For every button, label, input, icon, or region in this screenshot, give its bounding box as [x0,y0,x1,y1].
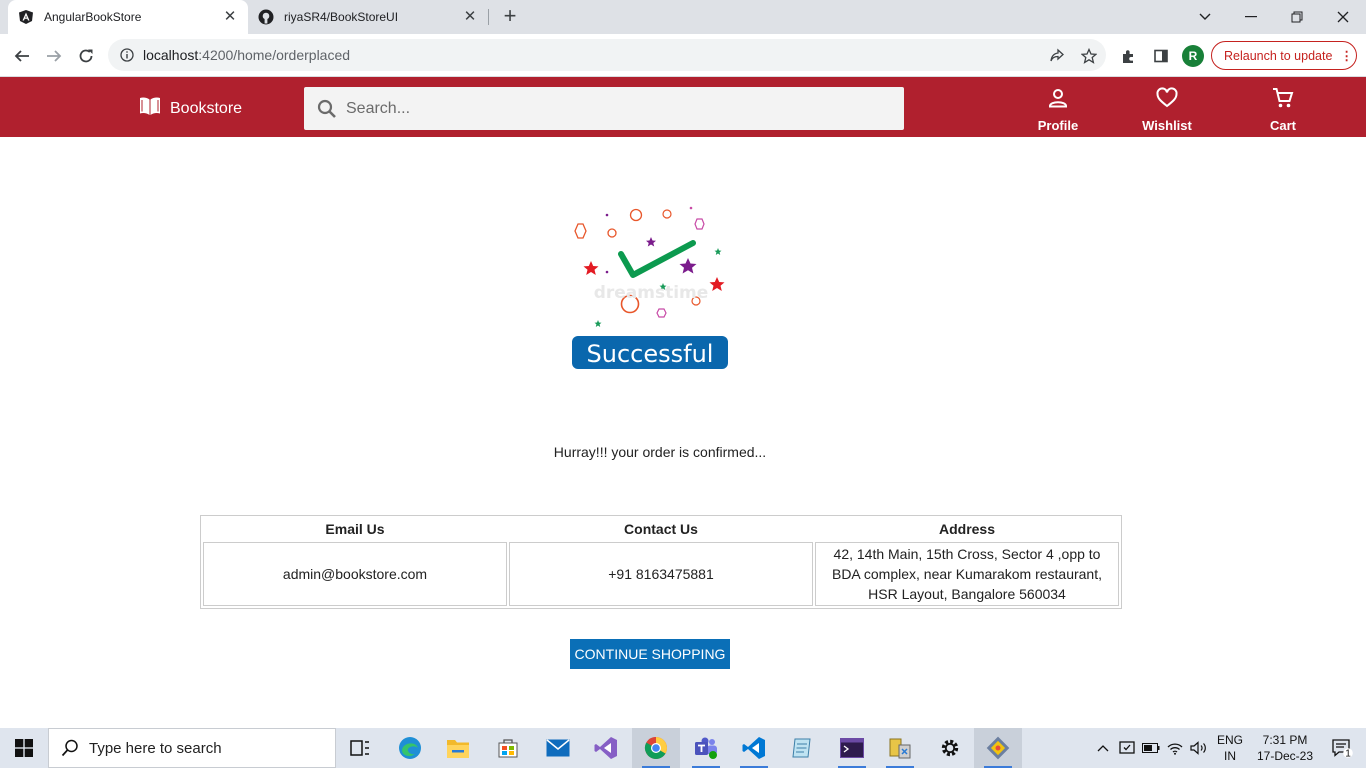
search-icon [317,99,337,119]
search-input[interactable] [346,99,886,118]
wishlist-label: Wishlist [1142,118,1192,133]
input-language-indicator[interactable]: ENG IN [1214,732,1246,764]
clock-time: 7:31 PM [1262,733,1308,747]
taskbar-search-box[interactable]: Type here to search [48,728,336,768]
more-menu-icon: ⋮ [1340,49,1353,63]
side-panel-icon[interactable] [1147,42,1175,70]
terminal-icon[interactable] [828,728,876,768]
taskbar-search-placeholder: Type here to search [89,739,222,757]
wifi-icon[interactable] [1164,728,1186,768]
contact-info-table: Email Us Contact Us Address admin@bookst… [200,515,1122,609]
address-cell: 42, 14th Main, 15th Cross, Sector 4 ,opp… [815,542,1119,606]
contact-header: Contact Us [624,521,698,537]
tab-github-bookstoreui[interactable]: riyaSR4/BookStoreUI ✕ [248,0,488,34]
tab-search-chevron-icon[interactable] [1182,0,1228,34]
wishlist-button[interactable]: Wishlist [1127,87,1207,133]
system-clock[interactable]: 7:31 PM 17-Dec-23 [1250,732,1320,764]
clock-date: 17-Dec-23 [1256,749,1314,763]
book-icon [139,96,161,121]
search-bar[interactable] [304,87,904,130]
brand-logo[interactable]: Bookstore [139,96,242,121]
bookmark-star-icon[interactable] [1075,42,1103,70]
profile-button[interactable]: Profile [1018,87,1098,133]
address-header: Address [938,521,996,537]
restore-icon[interactable] [1274,0,1320,34]
mail-icon[interactable] [534,728,582,768]
address-bar[interactable]: localhost:4200/home/orderplaced [108,39,1106,71]
git-icon[interactable] [974,728,1022,768]
order-confirmation-message: Hurray!!! your order is confirmed... [553,444,767,460]
security-tray-icon[interactable] [1116,728,1138,768]
cart-button[interactable]: Cart [1243,87,1323,133]
browser-tab-strip: AngularBookStore ✕ riyaSR4/BookStoreUI ✕… [0,0,1366,34]
angular-icon [18,9,34,25]
app-header: Bookstore Profile Wishlist Cart [0,77,1366,137]
close-tab-icon[interactable]: ✕ [222,9,238,25]
tab-angularbookstore[interactable]: AngularBookStore ✕ [8,0,248,34]
cart-icon [1272,87,1294,112]
successful-badge-text: Successful [587,340,714,368]
tab-title: AngularBookStore [44,10,142,24]
continue-shopping-button[interactable]: CONTINUE SHOPPING [570,639,730,669]
settings-icon[interactable] [926,728,974,768]
tab-title: riyaSR4/BookStoreUI [284,10,399,24]
reload-icon[interactable] [72,42,100,70]
table-row: admin@bookstore.com +91 8163475881 42, 1… [203,542,1119,606]
profile-label: Profile [1037,118,1079,133]
new-tab-icon[interactable]: + [498,5,522,29]
notification-center-icon[interactable]: 1 [1322,728,1362,768]
email-cell: admin@bookstore.com [203,542,507,606]
file-explorer-icon[interactable] [434,728,482,768]
relaunch-to-update-button[interactable]: Relaunch to update ⋮ [1211,41,1357,70]
relaunch-label: Relaunch to update [1224,48,1333,63]
phone-cell: +91 8163475881 [509,542,813,606]
battery-icon[interactable] [1140,728,1162,768]
edge-icon[interactable] [386,728,434,768]
search-icon [61,739,79,757]
url-path: :4200/home/orderplaced [198,47,351,63]
language-code: ENG [1216,733,1243,747]
close-tab-icon[interactable]: ✕ [462,9,478,25]
windows-taskbar: Type here to search ENG IN 7:31 PM 17-De… [0,728,1366,768]
order-success-illustration: dreamstime Successful [566,200,736,375]
teams-icon[interactable] [682,728,730,768]
language-region: IN [1224,749,1236,763]
tab-divider [488,9,489,25]
vscode-icon[interactable] [730,728,778,768]
table-header-row: Email Us Contact Us Address [203,518,1119,540]
site-info-icon[interactable] [120,48,134,62]
brand-name: Bookstore [170,99,243,117]
share-icon[interactable] [1043,42,1071,70]
store-icon[interactable] [484,728,532,768]
notepad-icon[interactable] [778,728,826,768]
close-window-icon[interactable] [1320,0,1366,34]
watermark-text: dreamstime [594,283,709,303]
email-header: Email Us [325,521,385,537]
db-tool-icon[interactable] [876,728,924,768]
windows-start-icon[interactable] [0,728,48,768]
tray-chevron-up-icon[interactable] [1094,728,1112,768]
browser-toolbar: localhost:4200/home/orderplaced R Relaun… [0,34,1366,77]
forward-arrow-icon[interactable] [40,42,68,70]
heart-icon [1156,87,1178,112]
url-host: localhost [143,47,199,63]
extensions-puzzle-icon[interactable] [1115,42,1143,70]
task-view-icon[interactable] [336,728,384,768]
notification-count: 1 [1345,749,1351,760]
person-icon [1047,87,1069,112]
visual-studio-icon[interactable] [582,728,630,768]
github-icon [258,9,274,25]
back-arrow-icon[interactable] [8,42,36,70]
minimize-icon[interactable] [1228,0,1274,34]
volume-icon[interactable] [1188,728,1210,768]
chrome-icon[interactable] [632,728,680,768]
profile-avatar[interactable]: R [1182,45,1204,67]
cart-label: Cart [1269,118,1296,133]
